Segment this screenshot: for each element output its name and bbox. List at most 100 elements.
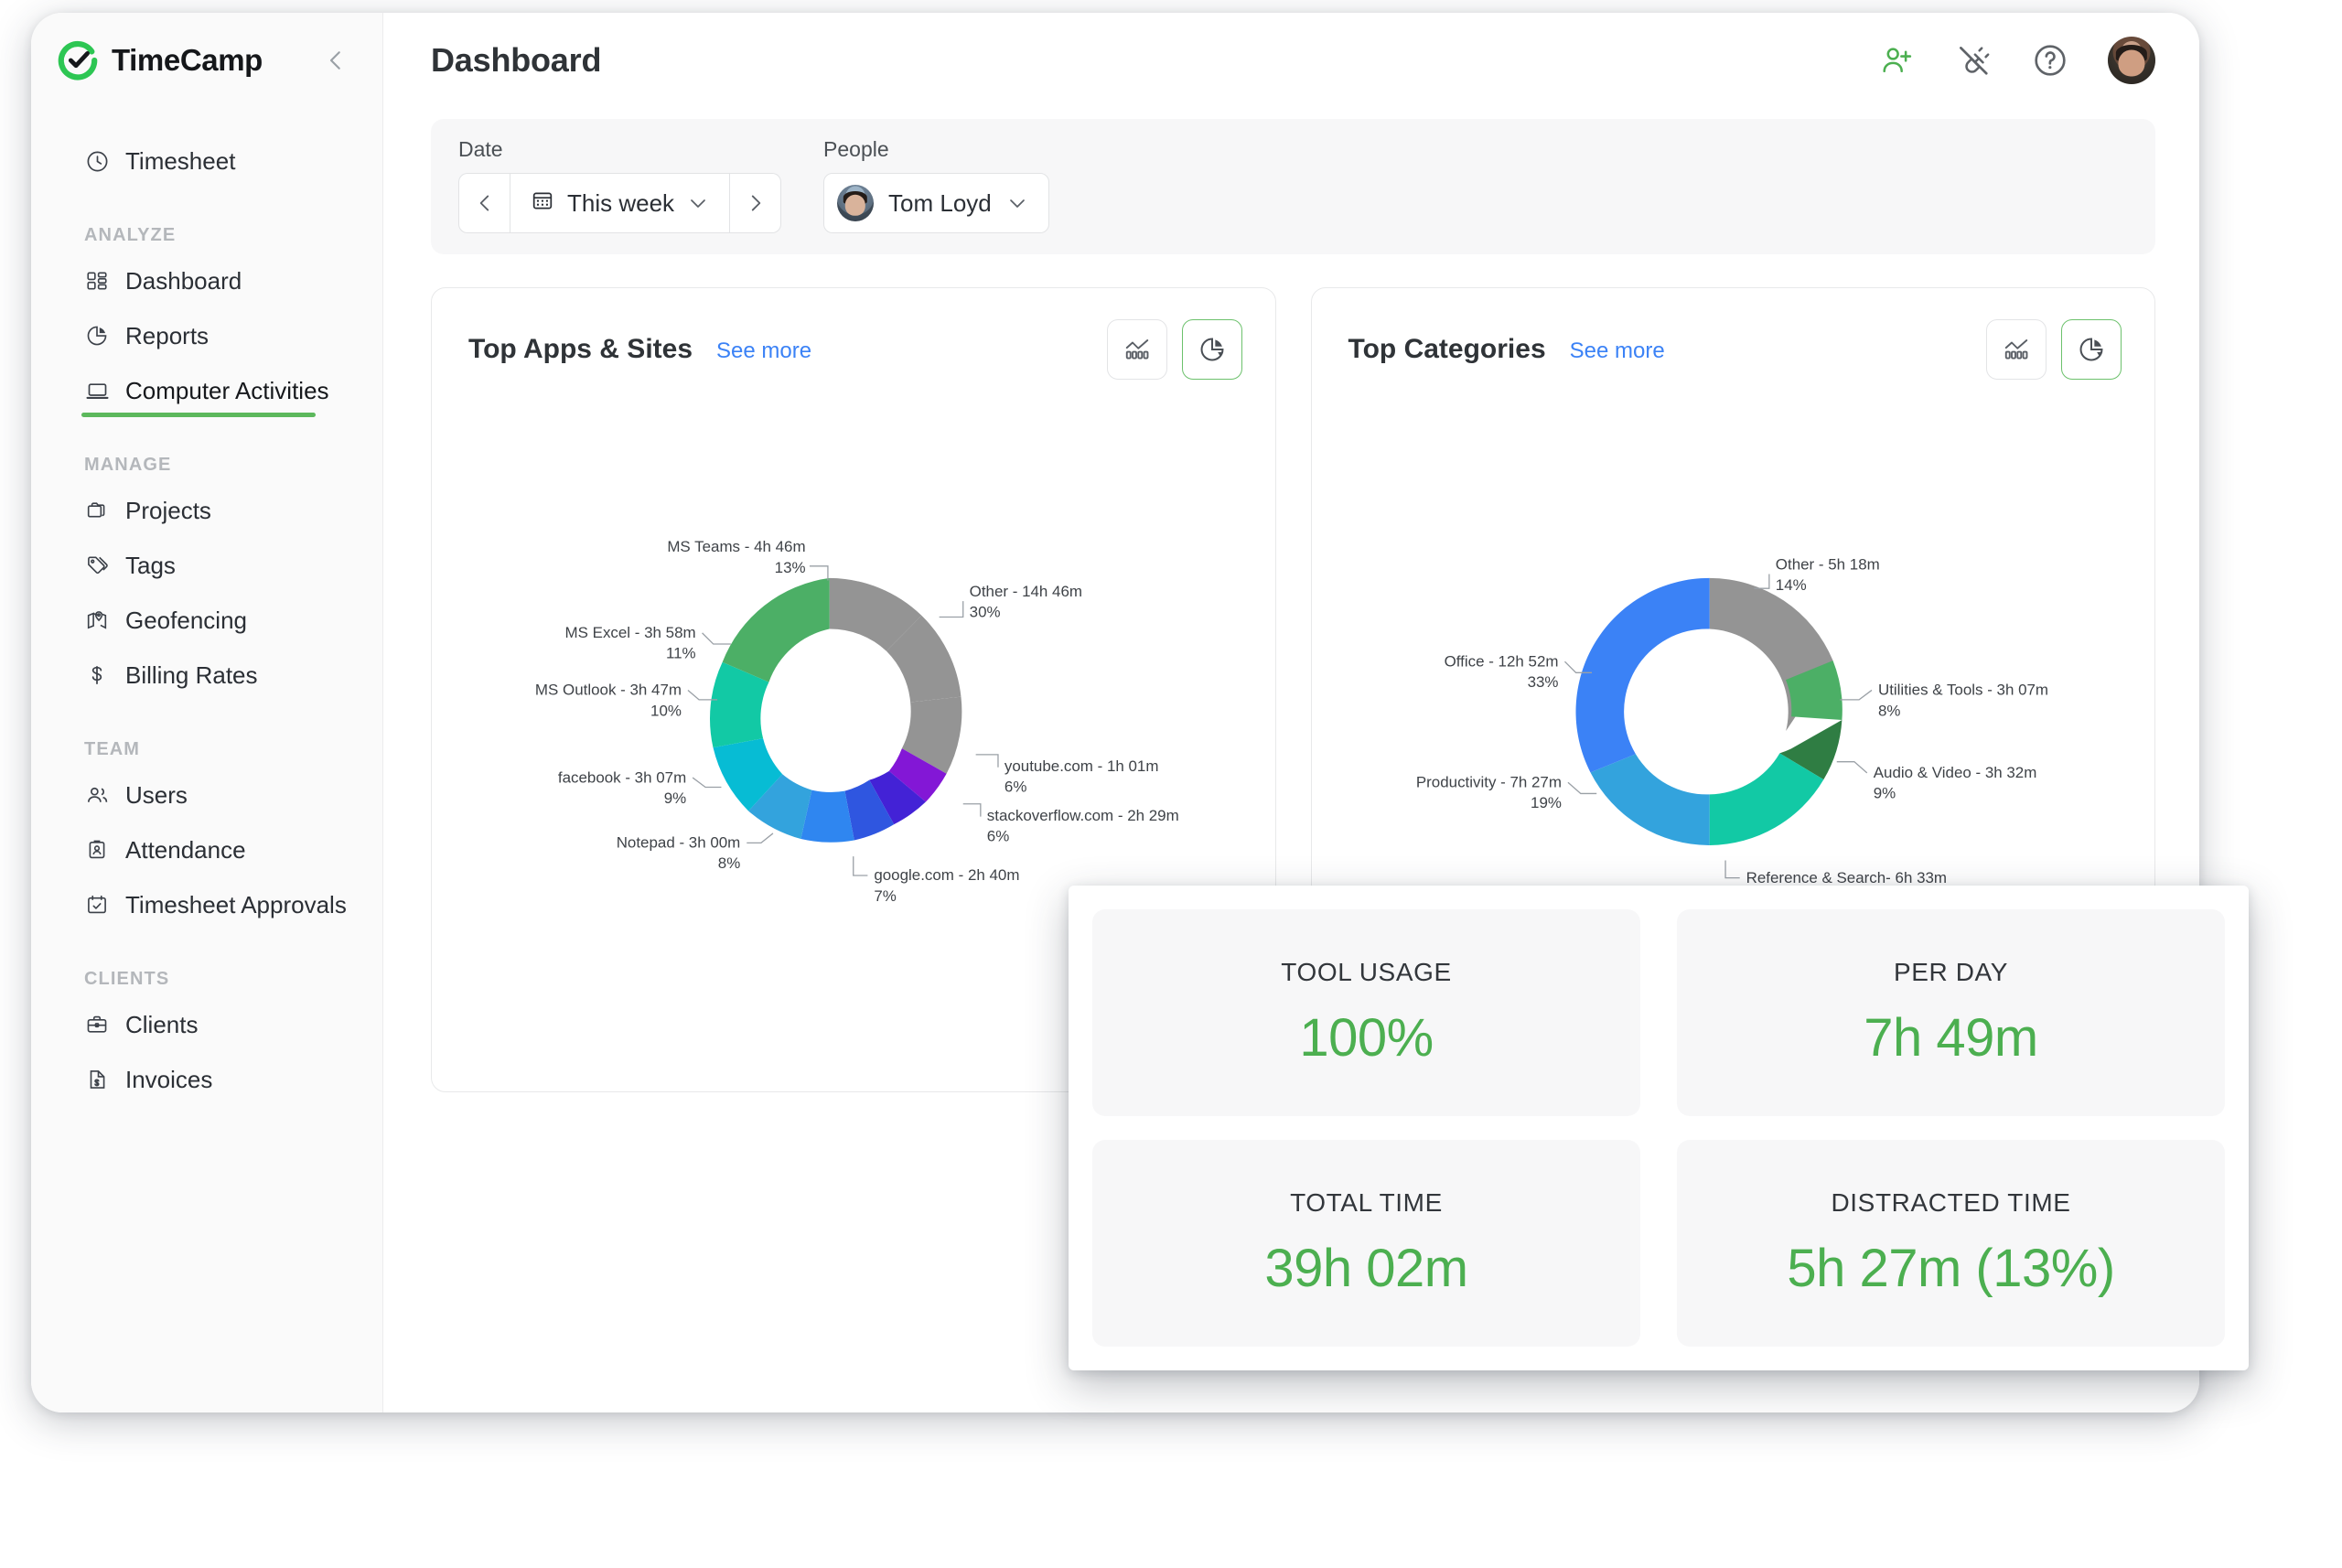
chart-type-toggle [1986, 319, 2122, 380]
sidebar-item-timesheet-approvals[interactable]: Timesheet Approvals [31, 877, 382, 932]
card-title: Top Apps & Sites [468, 334, 693, 364]
label-ms-teams-pct: 13% [775, 559, 806, 576]
donut-slices [710, 577, 962, 843]
stats-grid: TOOL USAGE 100% PER DAY 7h 49m TOTAL TIM… [1069, 886, 2249, 1370]
user-avatar[interactable] [2108, 37, 2155, 84]
sidebar-item-attendance[interactable]: Attendance [31, 822, 382, 877]
stat-label: PER DAY [1893, 957, 2009, 986]
label-productivity-pct: 19% [1531, 794, 1562, 811]
date-filter-label: Date [458, 137, 503, 161]
users-icon [84, 782, 110, 808]
people-select[interactable]: Tom Loyd [823, 173, 1049, 233]
sidebar-item-label: Tags [125, 551, 176, 579]
pie-chart-icon [84, 323, 110, 349]
add-user-icon[interactable] [1877, 41, 1916, 80]
invoice-document-icon [84, 1067, 110, 1092]
bar-chart-icon[interactable] [1106, 319, 1167, 380]
chart-type-toggle [1106, 319, 1242, 380]
sidebar-item-label: Billing Rates [125, 660, 258, 689]
sidebar-item-label: Geofencing [125, 606, 247, 634]
page-title: Dashboard [431, 41, 602, 79]
people-value: Tom Loyd [888, 188, 992, 217]
sidebar-item-label: Clients [125, 1010, 199, 1038]
sidebar-item-label: Users [125, 780, 188, 809]
see-more-link[interactable]: See more [716, 338, 811, 364]
chevron-down-icon [1006, 192, 1028, 214]
label-productivity: Productivity - 7h 27m [1415, 774, 1561, 791]
label-ms-teams: MS Teams - 4h 46m [667, 538, 805, 555]
chevron-left-icon[interactable] [320, 45, 351, 76]
date-range-select[interactable]: This week [510, 173, 731, 233]
date-prev-button[interactable] [458, 173, 510, 233]
label-youtube-pct: 6% [1004, 779, 1026, 796]
sidebar-brand-row: TimeCamp [31, 13, 382, 108]
help-circle-icon[interactable] [2031, 41, 2069, 80]
date-filter: Date This week [458, 137, 782, 233]
label-ms-excel: MS Excel - 3h 58m [565, 624, 696, 641]
briefcase-icon [84, 1012, 110, 1037]
sidebar-item-clients[interactable]: Clients [31, 997, 382, 1052]
screenshot-root: TimeCamp Timesheet ANALYZE Dashboard Rep… [0, 0, 2342, 1568]
clock-icon [84, 148, 110, 174]
sidebar-item-invoices[interactable]: Invoices [31, 1052, 382, 1107]
sidebar-item-label: Timesheet [125, 146, 236, 175]
person-avatar [837, 185, 875, 221]
plug-disconnected-icon[interactable] [1954, 41, 1993, 80]
leader-line-ms-teams [809, 565, 829, 581]
label-ms-excel-pct: 11% [666, 645, 696, 662]
folder-icon [84, 498, 110, 523]
label-facebook: facebook - 3h 07m [558, 768, 686, 786]
sidebar-item-users[interactable]: Users [31, 768, 382, 822]
laptop-icon [84, 378, 110, 403]
sidebar-item-billing-rates[interactable]: Billing Rates [31, 648, 382, 703]
stat-value: 100% [1299, 1007, 1434, 1068]
brand[interactable]: TimeCamp [57, 39, 263, 81]
sidebar-nav: Timesheet ANALYZE Dashboard Reports Comp… [31, 108, 382, 1107]
sidebar-item-dashboard[interactable]: Dashboard [31, 253, 382, 308]
donut-slices [1575, 577, 1842, 845]
sidebar-item-computer-activities[interactable]: Computer Activities [31, 363, 382, 418]
label-facebook-pct: 9% [664, 789, 686, 807]
stats-panel: TOOL USAGE 100% PER DAY 7h 49m TOTAL TIM… [1069, 886, 2249, 1370]
sidebar-item-label: Reports [125, 321, 209, 349]
sidebar-item-tags[interactable]: Tags [31, 538, 382, 593]
chevron-down-icon [687, 192, 709, 214]
people-filter: People Tom Loyd [823, 137, 1049, 233]
date-group: This week [458, 173, 782, 233]
sidebar-group-team: TEAM [84, 739, 141, 759]
stat-card-tool-usage: TOOL USAGE 100% [1092, 909, 1640, 1116]
label-google-pct: 7% [874, 887, 896, 905]
pie-chart-icon[interactable] [2061, 319, 2122, 380]
sidebar: TimeCamp Timesheet ANALYZE Dashboard Rep… [31, 13, 383, 1412]
sidebar-group-manage: MANAGE [84, 455, 172, 475]
label-office: Office - 12h 52m [1444, 652, 1558, 670]
dollar-icon [84, 662, 110, 688]
see-more-link[interactable]: See more [1570, 338, 1665, 364]
label-other-pct: 14% [1775, 576, 1806, 594]
avatar-face [2118, 49, 2145, 77]
active-underline [81, 413, 316, 417]
bar-chart-icon[interactable] [1986, 319, 2047, 380]
date-range-value: This week [567, 188, 675, 217]
label-notepad: Notepad - 3h 00m [617, 834, 741, 852]
sidebar-group-clients: CLIENTS [84, 969, 170, 989]
sidebar-item-timesheet[interactable]: Timesheet [31, 134, 382, 188]
pie-chart-icon[interactable] [1181, 319, 1242, 380]
calendar-check-icon [84, 892, 110, 918]
slice-productivity [1589, 754, 1710, 845]
label-other: Other - 5h 18m [1775, 555, 1879, 573]
card-header: Top Apps & Sites See more [468, 319, 1242, 380]
sidebar-item-label: Invoices [125, 1065, 213, 1093]
label-audio-video: Audio & Video - 3h 32m [1873, 764, 2036, 781]
stat-card-total-time: TOTAL TIME 39h 02m [1092, 1140, 1640, 1347]
stat-value: 39h 02m [1264, 1238, 1468, 1298]
stat-card-distracted-time: DISTRACTED TIME 5h 27m (13%) [1677, 1140, 2225, 1347]
label-notepad-pct: 8% [718, 854, 740, 872]
date-next-button[interactable] [730, 173, 782, 233]
label-other-pct: 30% [970, 603, 1001, 620]
topbar: Dashboard [383, 13, 2199, 108]
sidebar-item-geofencing[interactable]: Geofencing [31, 593, 382, 648]
sidebar-item-projects[interactable]: Projects [31, 483, 382, 538]
sidebar-item-reports[interactable]: Reports [31, 308, 382, 363]
sidebar-item-label: Dashboard [125, 266, 242, 295]
